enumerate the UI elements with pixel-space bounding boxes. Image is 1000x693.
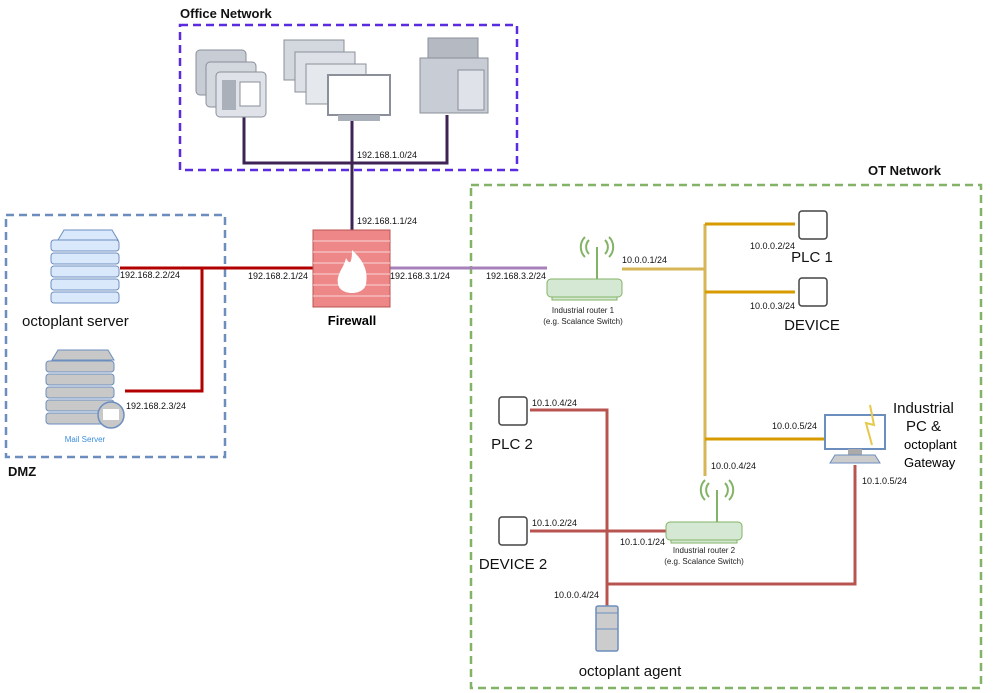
- plc1-chip-icon: [798, 210, 828, 240]
- device2-address: 10.1.0.2/24: [532, 518, 577, 528]
- router2-sublabel: (e.g. Scalance Switch): [664, 557, 744, 566]
- device-label: DEVICE: [784, 317, 840, 334]
- ipc-lan-address: 10.1.0.5/24: [862, 476, 907, 486]
- industrial-pc-label-3: octoplant: [904, 437, 957, 452]
- industrial-pc-label-2: PC &: [906, 418, 941, 435]
- phone-icon: [195, 49, 267, 118]
- plc2-address: 10.1.0.4/24: [532, 398, 577, 408]
- fw-dmz-address: 192.168.2.1/24: [248, 271, 308, 281]
- ipc-ot-address: 10.0.0.5/24: [772, 421, 817, 431]
- fw-ot-address: 192.168.3.1/24: [390, 271, 450, 281]
- plc1-address: 10.0.0.2/24: [750, 241, 795, 251]
- device-chip-icon: [798, 277, 828, 307]
- industrial-pc-label-4: Gateway: [904, 455, 956, 470]
- router2-icon: [665, 479, 743, 544]
- mail-server-label: Mail Server: [65, 435, 106, 444]
- printer-icon: [419, 37, 489, 114]
- network-diagram: Office Network DMZ OT Network 192.168.1.…: [4, 6, 983, 690]
- agent-label: octoplant agent: [579, 663, 682, 680]
- dmz-title: DMZ: [8, 464, 36, 479]
- firewall-icon: [312, 229, 391, 308]
- workstation-icon: [283, 39, 391, 121]
- office-links: [242, 115, 449, 232]
- office-net-address: 192.168.1.0/24: [357, 150, 417, 160]
- router1-label: Industrial router 1: [552, 306, 615, 315]
- router1-sublabel: (e.g. Scalance Switch): [543, 317, 623, 326]
- octoplant-server-icon: [50, 229, 120, 304]
- plc2-chip-icon: [498, 396, 528, 426]
- mail-address: 192.168.2.3/24: [126, 401, 186, 411]
- octoplant-server-label: octoplant server: [22, 313, 129, 330]
- r1-lan-address: 10.0.0.1/24: [622, 255, 667, 265]
- r1-wan-address: 192.168.3.2/24: [486, 271, 546, 281]
- dmz-links: [120, 266, 313, 393]
- agent-tower-icon: [595, 605, 619, 652]
- firewall-label: Firewall: [328, 313, 376, 328]
- industrial-pc-label-1: Industrial: [893, 400, 954, 417]
- r2-wan-address: 10.0.0.4/24: [711, 461, 756, 471]
- fw-office-address: 192.168.1.1/24: [357, 216, 417, 226]
- server-address: 192.168.2.2/24: [120, 270, 180, 280]
- device2-chip-icon: [498, 516, 528, 546]
- device-address: 10.0.0.3/24: [750, 301, 795, 311]
- plc1-label: PLC 1: [791, 249, 833, 266]
- router1-icon: [546, 236, 623, 301]
- mail-server-icon: [45, 349, 125, 429]
- industrial-pc-icon: [824, 404, 886, 464]
- plc2-label: PLC 2: [491, 436, 533, 453]
- ot-network-title: OT Network: [868, 163, 942, 178]
- device2-label: DEVICE 2: [479, 556, 547, 573]
- r2-lan-address: 10.1.0.1/24: [620, 537, 665, 547]
- router2-label: Industrial router 2: [673, 546, 736, 555]
- agent-address: 10.0.0.4/24: [554, 590, 599, 600]
- office-network-title: Office Network: [180, 6, 273, 21]
